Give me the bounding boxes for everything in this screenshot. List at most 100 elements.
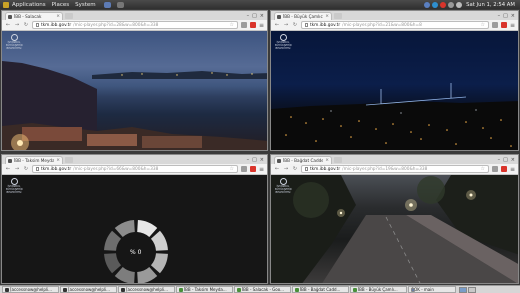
- taskbar-item[interactable]: İBB - Taksim Meyda...: [176, 286, 233, 293]
- taskbar-item[interactable]: İBB - Bağdat Cadd...: [292, 286, 349, 293]
- bookmark-star-icon[interactable]: ☆: [229, 166, 233, 172]
- terminal-launcher-icon[interactable]: [116, 1, 124, 8]
- taskbar-item[interactable]: İBB - Büyük Çamlı...: [350, 286, 407, 293]
- address-bar[interactable]: tkm.ibb.gov.tr/mic-player.php?id=66&w=80…: [32, 165, 238, 173]
- tab-close-icon[interactable]: ×: [56, 158, 60, 163]
- close-window-icon[interactable]: ×: [511, 13, 515, 19]
- tab-buyuk-camlica[interactable]: İBB - Büyük Çamlıca ×: [274, 12, 332, 20]
- tab-title: İBB - Salacak: [14, 14, 42, 19]
- record-icon[interactable]: [440, 1, 447, 8]
- minimize-icon[interactable]: –: [247, 157, 250, 163]
- bookmark-star-icon[interactable]: ☆: [480, 166, 484, 172]
- ibb-emblem-icon: [10, 34, 18, 41]
- maximize-icon[interactable]: □: [252, 13, 257, 19]
- extension-icon[interactable]: [240, 22, 247, 28]
- volume-icon[interactable]: [456, 1, 463, 8]
- url-host: tkm.ibb.gov.tr: [310, 22, 341, 28]
- chrome-menu-icon[interactable]: ≡: [510, 166, 515, 173]
- menu-system[interactable]: System: [75, 2, 96, 8]
- extension-red-icon[interactable]: [249, 22, 256, 28]
- page-icon: [305, 23, 308, 27]
- terminal-icon: [63, 287, 67, 292]
- reload-icon[interactable]: ↻: [23, 22, 29, 28]
- browser-window-buyuk-camlica[interactable]: İBB - Büyük Çamlıca × – □ × ← → ↻ tkm.ib…: [270, 10, 519, 151]
- skype-icon[interactable]: [432, 1, 439, 8]
- reload-icon[interactable]: ↻: [292, 166, 298, 172]
- clock[interactable]: Sat Jun 1, 2:54 AM: [466, 2, 515, 8]
- extension-red-icon[interactable]: [500, 166, 507, 172]
- bookmark-star-icon[interactable]: ☆: [229, 22, 233, 28]
- taskbar-item[interactable]: OOK - main: [408, 286, 456, 293]
- spinner-segment: [137, 220, 158, 238]
- power-icon[interactable]: [448, 1, 455, 8]
- window-controls: – □ ×: [244, 157, 267, 163]
- bookmark-star-icon[interactable]: ☆: [480, 22, 484, 28]
- workspace-2[interactable]: [468, 286, 476, 293]
- bagdat-scene: [271, 175, 518, 283]
- close-window-icon[interactable]: ×: [260, 13, 264, 19]
- maximize-icon[interactable]: □: [503, 13, 508, 19]
- tab-close-icon[interactable]: ×: [325, 14, 329, 19]
- chrome-menu-icon[interactable]: ≡: [259, 22, 264, 29]
- chrome-icon: [237, 287, 241, 292]
- page-icon: [36, 23, 39, 27]
- address-bar[interactable]: tkm.ibb.gov.tr/mic-player.php?id=19&w=80…: [301, 165, 489, 173]
- forward-arrow-icon[interactable]: →: [283, 166, 289, 172]
- extension-red-icon[interactable]: [500, 22, 507, 28]
- back-arrow-icon[interactable]: ←: [274, 22, 280, 28]
- chrome-menu-icon[interactable]: ≡: [510, 22, 515, 29]
- network-icon[interactable]: [424, 1, 431, 8]
- forward-arrow-icon[interactable]: →: [14, 166, 20, 172]
- ibb-logo: İSTANBUL BÜYÜKŞEHİR BELEDİYESİ: [275, 178, 292, 194]
- back-arrow-icon[interactable]: ←: [274, 166, 280, 172]
- new-tab-button[interactable]: [334, 157, 342, 163]
- browser-window-taksim[interactable]: İBB - Taksim Meydan... × – □ × ← → ↻ tkm…: [1, 154, 268, 284]
- extension-red-icon[interactable]: [249, 166, 256, 172]
- browser-window-bagdat-caddesi[interactable]: İBB - Bağdat Caddesi × – □ × ← → ↻ tkm.i…: [270, 154, 519, 284]
- taskbar-item[interactable]: [accessnow@helpli...: [2, 286, 59, 293]
- forward-arrow-icon[interactable]: →: [14, 22, 20, 28]
- tab-salacak[interactable]: İBB - Salacak ×: [5, 12, 63, 20]
- close-window-icon[interactable]: ×: [260, 157, 264, 163]
- new-tab-button[interactable]: [334, 13, 342, 19]
- minimize-icon[interactable]: –: [498, 157, 501, 163]
- taskbar-item[interactable]: [accessnow@helpli...: [118, 286, 175, 293]
- extension-icon[interactable]: [491, 22, 498, 28]
- url-path: /mic-player.php?id=66&w=800&h=338: [73, 166, 159, 172]
- taskbar-item[interactable]: [accessnow@helpli...: [60, 286, 117, 293]
- minimize-icon[interactable]: –: [498, 13, 501, 19]
- tab-taksim[interactable]: İBB - Taksim Meydan... ×: [5, 156, 63, 164]
- address-bar[interactable]: tkm.ibb.gov.tr/mic-player.php?id=28&w=80…: [32, 21, 238, 29]
- ibb-logo: İSTANBUL BÜYÜKŞEHİR BELEDİYESİ: [6, 34, 23, 50]
- taskbar-item[interactable]: İBB - Salacak - Goo...: [234, 286, 291, 293]
- minimize-icon[interactable]: –: [247, 13, 250, 19]
- spinner-segment: [137, 266, 158, 283]
- maximize-icon[interactable]: □: [252, 157, 257, 163]
- reload-icon[interactable]: ↻: [23, 166, 29, 172]
- favicon-icon: [277, 158, 281, 163]
- browser-window-salacak[interactable]: İBB - Salacak × – □ × ← → ↻ tkm.ibb.gov.…: [1, 10, 268, 151]
- back-arrow-icon[interactable]: ←: [5, 166, 11, 172]
- back-arrow-icon[interactable]: ←: [5, 22, 11, 28]
- top-panel: Applications Places System Sat Jun 1, 2:…: [0, 0, 520, 9]
- spinner-segment: [114, 266, 135, 283]
- chrome-menu-icon[interactable]: ≡: [259, 166, 264, 173]
- tab-close-icon[interactable]: ×: [56, 14, 60, 19]
- close-window-icon[interactable]: ×: [511, 157, 515, 163]
- reload-icon[interactable]: ↻: [292, 22, 298, 28]
- extension-icon[interactable]: [491, 166, 498, 172]
- address-bar[interactable]: tkm.ibb.gov.tr/mic-player.php?id=21&w=80…: [301, 21, 489, 29]
- new-tab-button[interactable]: [65, 157, 73, 163]
- menu-places[interactable]: Places: [52, 2, 70, 8]
- tab-strip: İBB - Salacak × – □ ×: [2, 11, 267, 20]
- extension-icon[interactable]: [240, 166, 247, 172]
- tab-bagdat-caddesi[interactable]: İBB - Bağdat Caddesi ×: [274, 156, 332, 164]
- url-host: tkm.ibb.gov.tr: [41, 22, 72, 28]
- forward-arrow-icon[interactable]: →: [283, 22, 289, 28]
- menu-applications[interactable]: Applications: [12, 2, 46, 8]
- maximize-icon[interactable]: □: [503, 157, 508, 163]
- browser-launcher-icon[interactable]: [103, 1, 111, 8]
- new-tab-button[interactable]: [65, 13, 73, 19]
- tab-close-icon[interactable]: ×: [325, 158, 329, 163]
- workspace-1[interactable]: [459, 286, 467, 293]
